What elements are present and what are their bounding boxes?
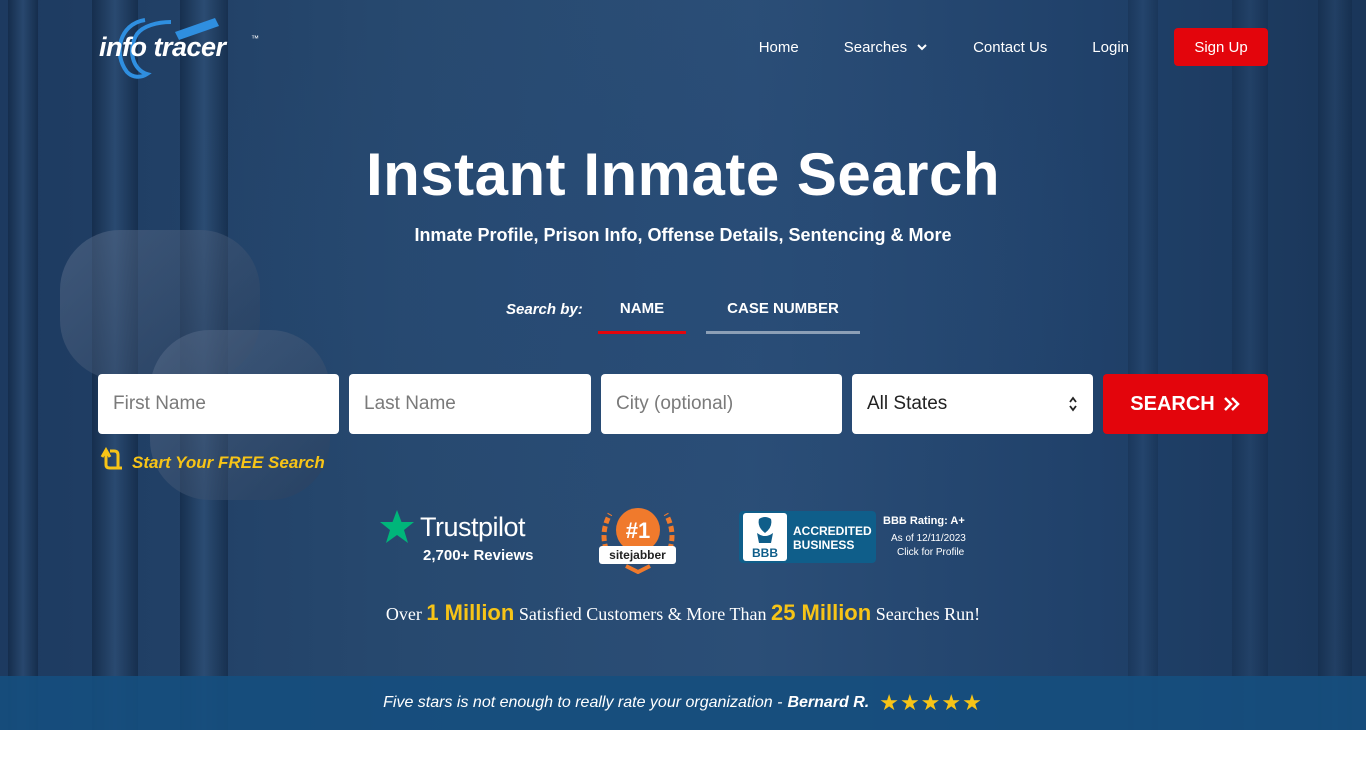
chevron-down-icon [917,44,927,51]
bbb-logo-text: BBB [752,546,778,560]
trademark: ™ [251,34,259,43]
stats-suffix: Searches Run! [875,604,981,624]
nav-login[interactable]: Login [1092,39,1129,56]
nav-login-label: Login [1092,38,1129,56]
top-navigation: Home Searches Contact Us Login Sign Up [759,28,1268,66]
bbb-rating: BBB Rating: A+ [883,515,965,527]
select-updown-icon [1069,396,1077,412]
testimonial-author: Bernard R. [787,694,870,711]
star-rating-icon: ★★★★★ [879,690,983,715]
search-button[interactable]: SEARCH [1103,374,1268,434]
stats-middle: Satisfied Customers & More Than [518,604,767,624]
trustpilot-reviews: 2,700+ Reviews [423,547,534,564]
infotracer-logo[interactable]: info tracer ™ [97,14,262,80]
bbb-badge[interactable]: BBB ACCREDITED BUSINESS BBB Rating: A+ A… [739,511,999,563]
testimonial-strip: Five stars is not enough to really rate … [0,676,1366,730]
bbb-profile-link[interactable]: Click for Profile [897,547,964,558]
first-name-input[interactable] [98,374,339,434]
page-title: Instant Inmate Search [365,141,1001,208]
bbb-accredited-text: ACCREDITED BUSINESS [793,524,872,552]
free-search-hint: Start Your FREE Search [98,443,325,473]
city-input[interactable] [601,374,842,434]
bbb-date: As of 12/11/2023 [891,533,966,544]
stats-searches: 25 Million [770,600,872,625]
search-by-label: Search by: [506,301,583,318]
trustpilot-star-icon [380,510,414,543]
bbb-line2: BUSINESS [793,538,855,552]
nav-home-label: Home [758,38,799,56]
sitejabber-name: sitejabber [599,546,676,564]
search-button-label: SEARCH [1130,392,1215,415]
hero-section: info tracer ™ Home Searches Contact Us L… [0,0,1366,730]
nav-contact[interactable]: Contact Us [973,39,1047,56]
stats-line: Over 1 Million Satisfied Customers & Mor… [0,600,1366,626]
bbb-torch-icon: BBB [743,513,787,561]
tab-name[interactable]: NAME [598,300,686,334]
sitejabber-rank: #1 [626,518,650,543]
state-select-value: All States [867,393,948,414]
bbb-accredited-box: BBB ACCREDITED BUSINESS [739,511,876,563]
free-search-text: Start Your FREE Search [132,453,325,472]
testimonial-quote: Five stars is not enough to really rate … [383,694,783,711]
trustpilot-name: Trustpilot [420,512,526,542]
stats-prefix: Over [385,604,422,624]
signup-button[interactable]: Sign Up [1174,28,1268,66]
stats-customers: 1 Million [426,600,515,625]
sitejabber-badge[interactable]: #1 sitejabber [596,500,680,574]
nav-home[interactable]: Home [759,39,799,56]
curved-arrow-up-icon [100,447,122,470]
state-select[interactable]: All States [852,374,1093,434]
tab-case-number[interactable]: CASE NUMBER [706,300,860,334]
trustpilot-badge[interactable]: Trustpilot 2,700+ Reviews [378,508,548,568]
nav-searches[interactable]: Searches [844,39,928,56]
double-chevron-right-icon [1223,397,1240,411]
page-subtitle: Inmate Profile, Prison Info, Offense Det… [414,225,952,245]
nav-searches-label: Searches [843,38,908,56]
bbb-line1: ACCREDITED [793,524,872,538]
nav-contact-label: Contact Us [973,38,1048,56]
logo-text: info tracer [99,32,226,62]
last-name-input[interactable] [349,374,591,434]
